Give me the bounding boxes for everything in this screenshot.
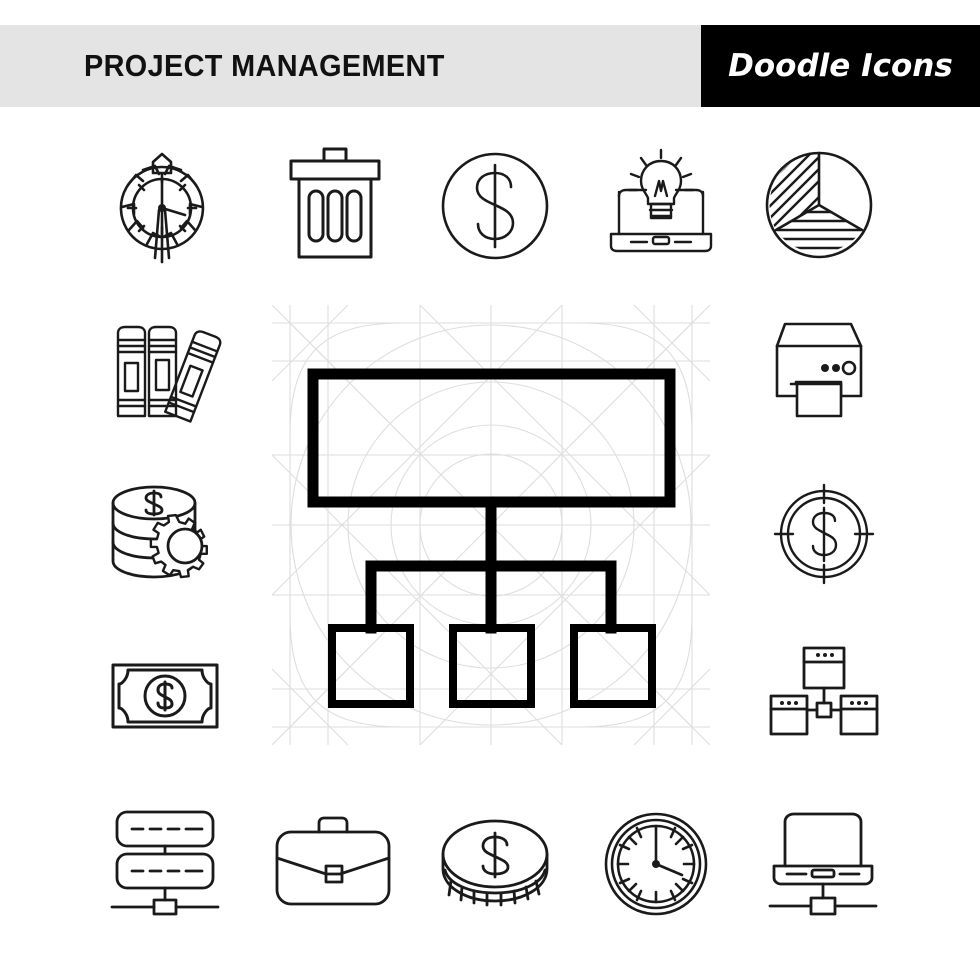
stopwatch-gear-icon <box>103 140 221 266</box>
coin-stack-gear-icon <box>107 483 219 583</box>
laptop-idea-icon <box>601 148 721 264</box>
icon-sheet-page: PROJECT MANAGEMENT Doodle Icons <box>0 0 980 980</box>
printer-icon <box>763 320 873 420</box>
dollar-target-icon <box>773 483 875 585</box>
dollar-coin-circle-icon <box>440 151 550 261</box>
server-network-icon <box>769 646 879 742</box>
trash-bin-icon <box>283 147 387 263</box>
brand-label: Doodle Icons <box>728 48 953 84</box>
coin-3d-icon <box>440 817 550 907</box>
server-rack-icon <box>110 810 220 916</box>
brand-badge: Doodle Icons <box>701 25 980 107</box>
wall-clock-icon <box>604 812 708 916</box>
featured-icon-panel <box>272 305 710 745</box>
briefcase-icon <box>274 816 392 906</box>
organization-chart-icon <box>307 368 676 708</box>
pie-chart-icon <box>765 151 873 259</box>
books-icon <box>108 324 222 423</box>
laptop-network-icon <box>768 810 878 916</box>
banknote-icon <box>110 662 220 730</box>
page-title: PROJECT MANAGEMENT <box>84 48 445 83</box>
